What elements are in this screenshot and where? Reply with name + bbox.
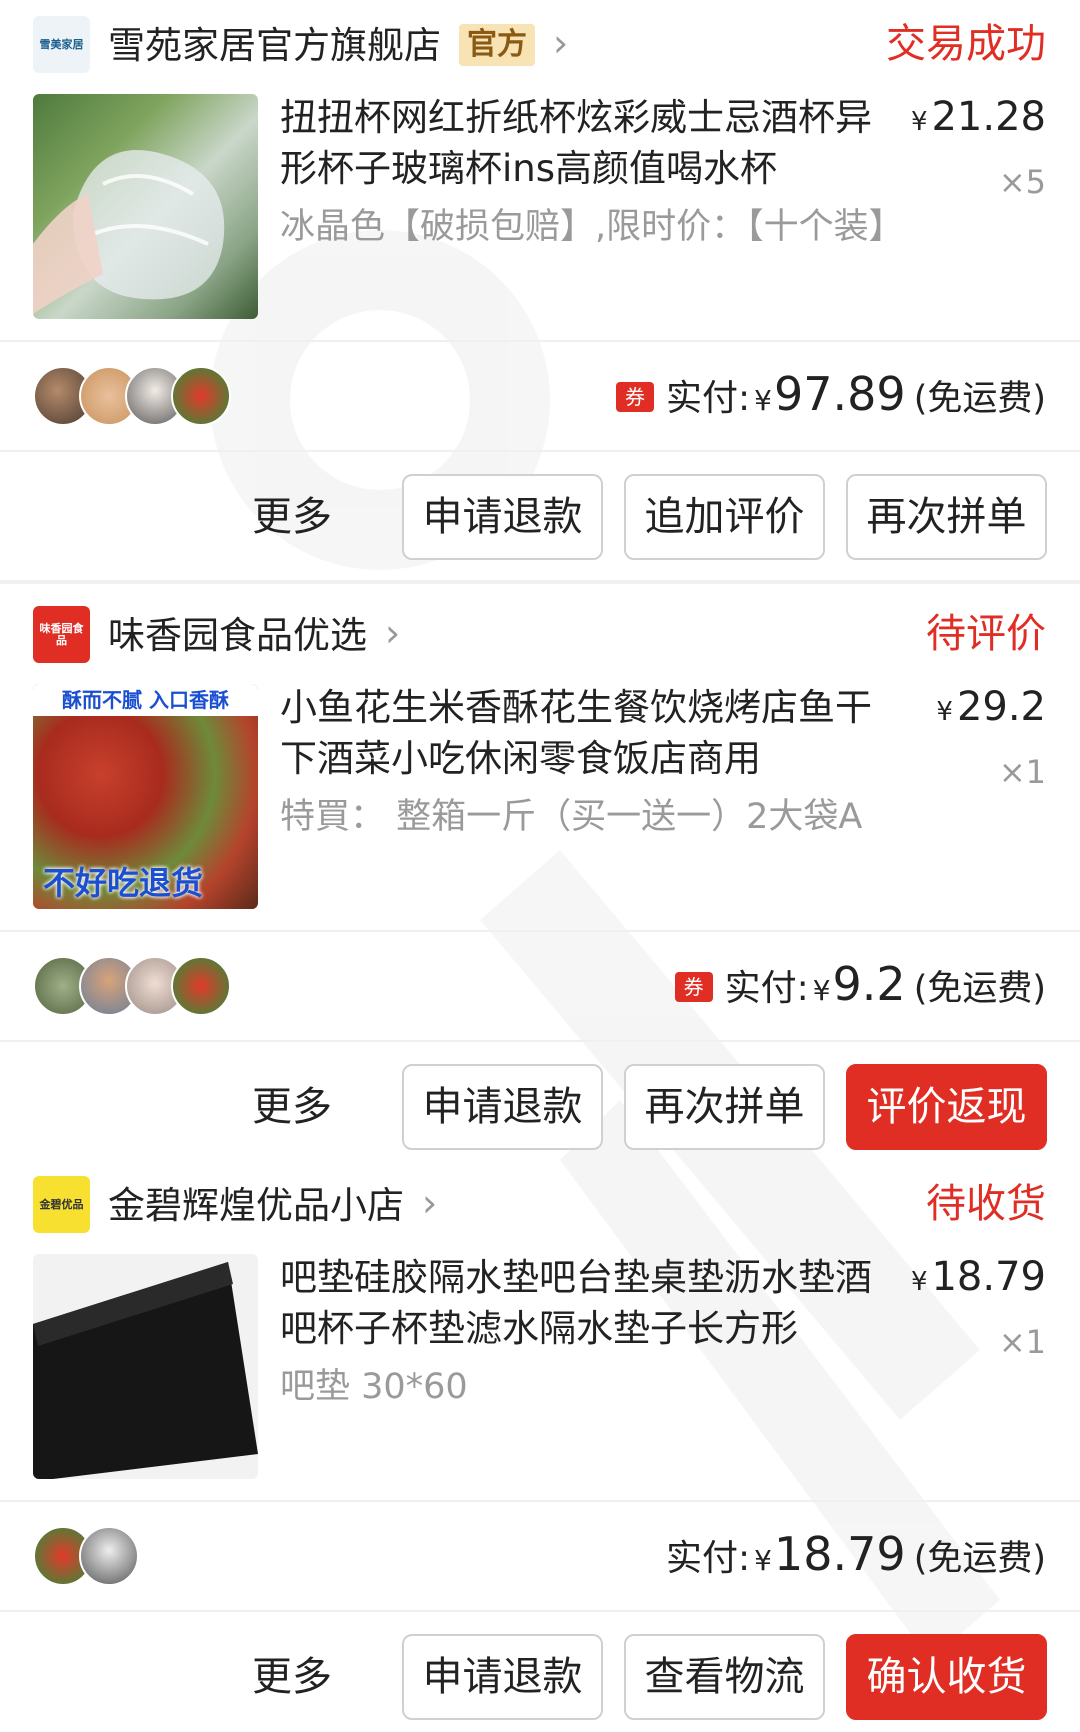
paid-summary: 券实付: ¥9.2 (免运费) [674,956,1046,1019]
divider [0,1610,1080,1612]
avatar [171,956,231,1016]
store-header[interactable]: 雪美家居 雪苑家居官方旗舰店 官方 › 交易成功 [0,0,1080,85]
review-cashback-button[interactable]: 评价返现 [846,1064,1047,1150]
group-buyer-avatars[interactable] [33,956,253,1016]
more-button[interactable]: 更多 [252,1064,332,1150]
order-actions: 更多 申请退款 查看物流 确认收货 [0,1634,1080,1720]
avatar [79,1526,139,1586]
store-header[interactable]: 味香园食品 味香园食品优选 › 待评价 [0,590,1080,675]
product-image[interactable] [33,94,258,319]
store-logo: 味香园食品 [33,606,90,663]
shipping-note: (免运费) [913,379,1046,419]
currency-symbol: ¥ [910,107,928,137]
currency-symbol: ¥ [936,697,953,727]
shipping-note: (免运费) [913,1539,1046,1579]
paid-summary: 券实付: ¥97.89 (免运费) [616,366,1046,429]
product-price: ¥29.2 [936,682,1046,737]
glass-cup-illustration [33,150,225,314]
group-buyer-avatars[interactable] [33,1526,253,1586]
paid-summary: 实付: ¥18.79 (免运费) [666,1526,1046,1589]
store-name[interactable]: 味香园食品优选 [108,614,367,657]
product-price: ¥18.79 [911,1252,1046,1307]
shipping-note: (免运费) [913,969,1046,1009]
paid-label: 实付: [666,1538,751,1579]
store-logo-text: 金碧优品 [39,1197,84,1211]
official-badge: 官方 [459,24,535,66]
view-logistics-button[interactable]: 查看物流 [624,1634,825,1720]
currency-symbol: ¥ [910,1267,928,1297]
order-status: 待收货 [926,1181,1046,1227]
apply-refund-button[interactable]: 申请退款 [402,1064,603,1150]
divider [0,930,1080,932]
section-gap [0,580,1080,584]
store-logo: 雪美家居 [33,16,90,73]
product-quantity: ×1 [998,753,1046,791]
order-status: 交易成功 [886,21,1046,67]
order-actions: 更多 申请退款 再次拼单 评价返现 [0,1064,1080,1150]
avatar [171,366,231,426]
store-logo: 金碧优品 [33,1176,90,1233]
store-name[interactable]: 雪苑家居官方旗舰店 [108,24,441,67]
confirm-receipt-button[interactable]: 确认收货 [846,1634,1047,1720]
paid-label: 实付: [724,968,809,1009]
price-value: 29.2 [956,684,1046,730]
price-value: 18.79 [931,1254,1046,1300]
product-price: ¥21.28 [911,92,1046,147]
group-buyer-avatars[interactable] [33,366,253,426]
thumb-top-banner: 酥而不腻 入口香酥 [33,684,258,716]
chevron-right-icon[interactable]: › [422,1178,437,1228]
divider [0,1040,1080,1042]
apply-refund-button[interactable]: 申请退款 [402,1634,603,1720]
more-button[interactable]: 更多 [252,1634,332,1720]
product-spec: 吧垫 30*60 [280,1367,468,1407]
store-logo-text: 味香园食品 [39,621,84,647]
product-spec: 冰晶色【破损包赔】,限时价：【十个装】 [280,207,904,247]
paid-amount: 97.89 [773,367,906,421]
product-image[interactable] [33,1254,258,1479]
store-header[interactable]: 金碧优品 金碧辉煌优品小店 › 待收货 [0,1160,1080,1245]
coupon-icon: 券 [616,382,655,412]
currency-symbol: ¥ [754,1544,772,1577]
currency-symbol: ¥ [754,384,772,417]
divider [0,340,1080,342]
add-review-button[interactable]: 追加评价 [624,474,825,560]
product-image[interactable]: 酥而不腻 入口香酥 不好吃退货 [33,684,258,909]
product-quantity: ×1 [998,1323,1046,1361]
thumb-bottom-banner: 不好吃退货 [43,864,204,902]
currency-symbol: ¥ [812,974,831,1007]
product-title[interactable]: 吧垫硅胶隔水垫吧台垫桌垫沥水垫酒吧杯子杯垫滤水隔水垫子长方形 [280,1252,880,1354]
store-name[interactable]: 金碧辉煌优品小店 [108,1184,404,1227]
more-button[interactable]: 更多 [252,474,332,560]
order-actions: 更多 申请退款 追加评价 再次拼单 [0,474,1080,560]
product-spec: 特買： 整箱一斤（买一送一）2大袋A [280,797,863,837]
order-status: 待评价 [926,611,1046,657]
divider [0,1500,1080,1502]
apply-refund-button[interactable]: 申请退款 [402,474,603,560]
product-title[interactable]: 小鱼花生米香酥花生餐饮烧烤店鱼干下酒菜小吃休闲零食饭店商用 [280,682,880,784]
bar-mat-illustration [33,1262,258,1479]
reorder-button[interactable]: 再次拼单 [624,1064,825,1150]
product-title[interactable]: 扭扭杯网红折纸杯炫彩威士忌酒杯异形杯子玻璃杯ins高颜值喝水杯 [280,92,880,194]
divider [0,450,1080,452]
paid-label: 实付: [666,378,751,419]
coupon-icon: 券 [674,972,713,1002]
chevron-right-icon[interactable]: › [553,18,568,68]
chevron-right-icon[interactable]: › [385,608,400,658]
paid-amount: 18.79 [773,1527,906,1581]
product-quantity: ×5 [998,163,1046,201]
price-value: 21.28 [931,94,1046,140]
reorder-button[interactable]: 再次拼单 [846,474,1047,560]
paid-amount: 9.2 [832,957,906,1011]
store-logo-text: 雪美家居 [39,37,84,51]
